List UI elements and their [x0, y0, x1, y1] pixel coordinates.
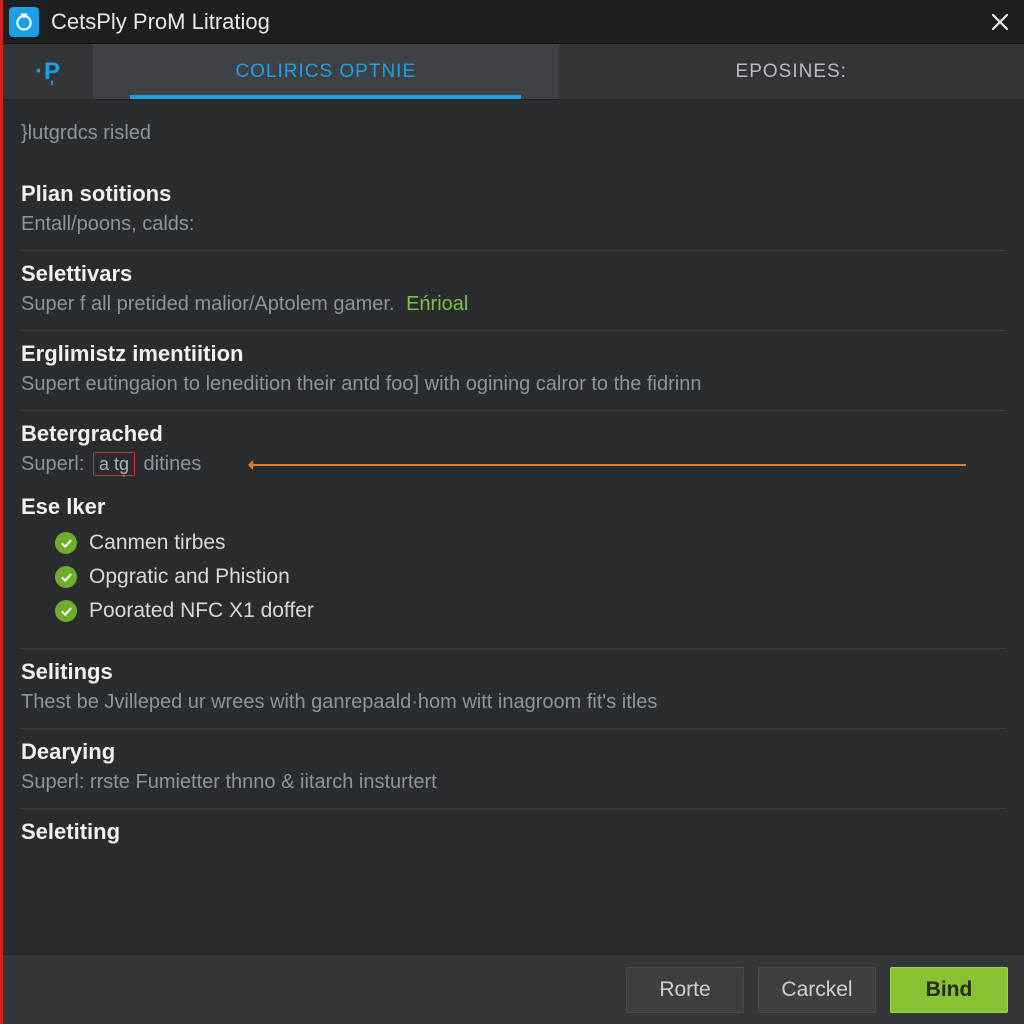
section-erglim[interactable]: Erglimistz imentiition Supert eutingaion… — [21, 331, 1006, 411]
section-title: Selitings — [21, 659, 1006, 685]
intro-text: }lutgrdcs risled — [21, 122, 1006, 145]
section-desc: Entall/poons, calds: — [21, 211, 1006, 238]
close-button[interactable] — [982, 4, 1018, 40]
section-desc: Superl: rrste Fumietter thnno & iitarch … — [21, 769, 1006, 796]
check-icon — [55, 532, 77, 554]
section-title: Selettivars — [21, 261, 1006, 287]
dialog-window: CetsPly ProM Litratiog ·P̩ Colirics Optn… — [0, 0, 1024, 1024]
desc-post: ditines — [138, 453, 201, 475]
section-plian[interactable]: Plian sotitions Entall/poons, calds: — [21, 171, 1006, 251]
tab-glyph-icon: ·P̩ — [35, 58, 61, 86]
check-label: Canmen tirbes — [89, 531, 226, 555]
rorte-button[interactable]: Rorte — [626, 967, 744, 1013]
check-item[interactable]: Canmen tirbes — [55, 526, 1006, 560]
tab-eposines[interactable]: Eposines: — [559, 44, 1024, 99]
check-icon — [55, 600, 77, 622]
check-item[interactable]: Poorated NFC X1 doffer — [55, 594, 1006, 628]
desc-pre: Superl: — [21, 453, 90, 475]
window-title: CetsPly ProM Litratiog — [51, 9, 982, 35]
section-title: Ese lker — [21, 494, 1006, 520]
section-desc: Super f all pretided malior/Aptolem game… — [21, 291, 1006, 318]
section-dearying[interactable]: Dearying Superl: rrste Fumietter thnno &… — [21, 729, 1006, 809]
section-seletiting[interactable]: Seletiting — [21, 809, 1006, 861]
bind-button[interactable]: Bind — [890, 967, 1008, 1013]
check-icon — [55, 566, 77, 588]
section-title: Betergrached — [21, 421, 1006, 447]
tab-colirics-optnie[interactable]: Colirics Optnie — [93, 44, 559, 99]
section-eselker: Ese lker Canmen tirbes Opgratic and Phis… — [21, 490, 1006, 648]
section-selitings[interactable]: Selitings Thest be Jvilleped ur wrees wi… — [21, 648, 1006, 729]
content-pane: }lutgrdcs risled Plian sotitions Entall/… — [3, 100, 1024, 954]
tab-icon[interactable]: ·P̩ — [3, 44, 93, 99]
section-desc: Supert eutingaion to lenedition their an… — [21, 371, 1006, 398]
tab-bar: ·P̩ Colirics Optnie Eposines: — [3, 44, 1024, 100]
check-label: Poorated NFC X1 doffer — [89, 599, 314, 623]
section-title: Erglimistz imentiition — [21, 341, 1006, 367]
cancel-button[interactable]: Carckel — [758, 967, 876, 1013]
section-title: Plian sotitions — [21, 181, 1006, 207]
enrioal-link[interactable]: Eńrioal — [406, 293, 468, 315]
section-selettivars[interactable]: Selettivars Super f all pretided malior/… — [21, 251, 1006, 331]
check-list: Canmen tirbes Opgratic and Phistion Poor… — [55, 526, 1006, 628]
check-item[interactable]: Opgratic and Phistion — [55, 560, 1006, 594]
footer-bar: Rorte Carckel Bind — [3, 954, 1024, 1024]
section-desc: Thest be Jvilleped ur wrees with ganrepa… — [21, 689, 1006, 716]
section-title: Seletiting — [21, 819, 1006, 845]
titlebar: CetsPly ProM Litratiog — [3, 0, 1024, 44]
chip-atg[interactable]: a tg̣ — [93, 452, 135, 476]
check-label: Opgratic and Phistion — [89, 565, 290, 589]
section-title: Dearying — [21, 739, 1006, 765]
section-beter[interactable]: Betergrached Superl: a tg̣ ditines — [21, 411, 1006, 490]
app-icon — [9, 7, 39, 37]
desc-text: Super f all pretided malior/Aptolem game… — [21, 293, 395, 315]
